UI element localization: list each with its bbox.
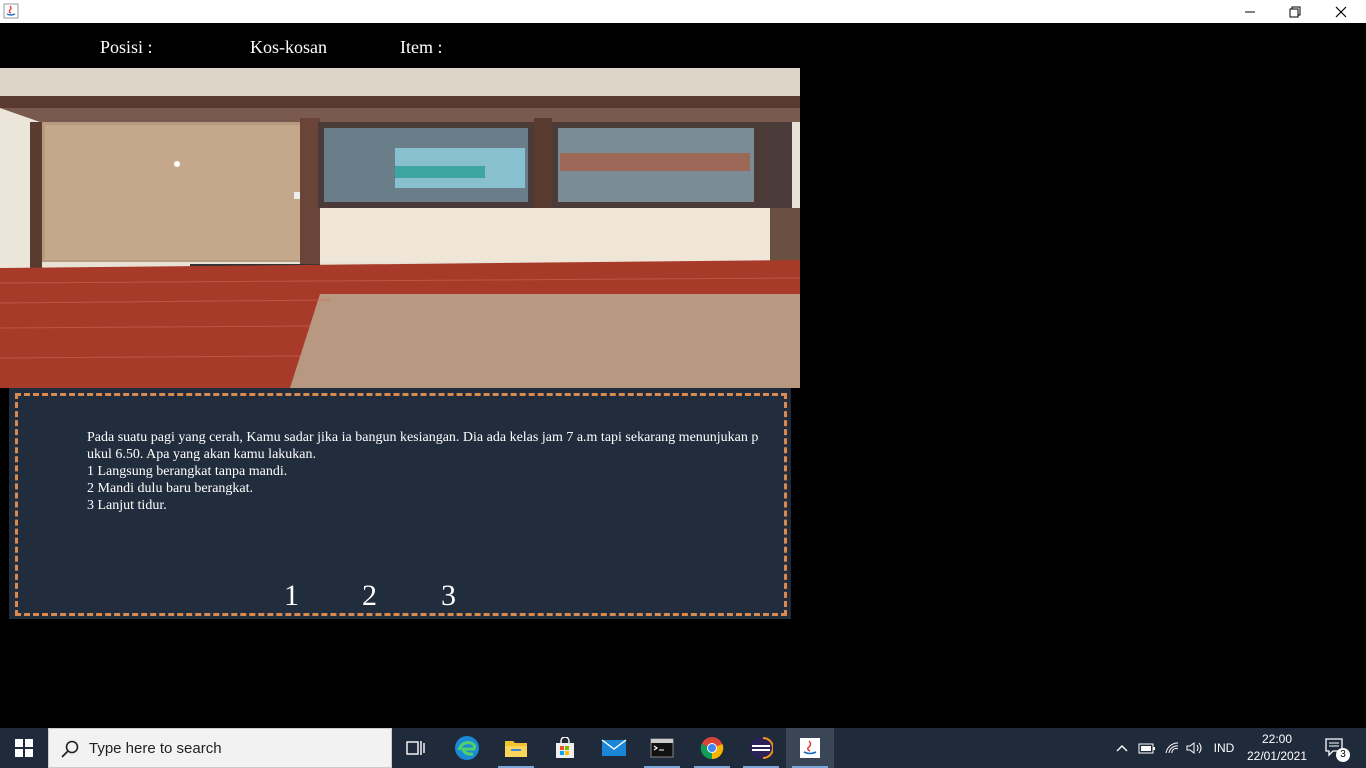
search-icon (61, 740, 79, 758)
file-explorer-icon (505, 741, 527, 757)
position-label: Posisi : (100, 37, 153, 57)
file-explorer-button[interactable] (492, 728, 540, 768)
speaker-icon (1186, 742, 1202, 754)
start-button[interactable] (0, 728, 48, 768)
task-view-icon (406, 741, 425, 755)
mail-button[interactable] (590, 728, 638, 768)
window-titlebar (0, 0, 1366, 23)
language-indicator[interactable]: IND (1208, 728, 1240, 768)
eclipse-button[interactable] (737, 728, 785, 768)
edge-button[interactable] (443, 728, 491, 768)
option-line-2: 2 Mandi dulu baru berangkat. (87, 481, 254, 496)
tray-overflow-button[interactable] (1112, 728, 1132, 768)
notification-center-button[interactable]: 3 (1316, 728, 1356, 768)
java-icon (3, 3, 19, 19)
option-line-3: 3 Lanjut tidur. (87, 498, 167, 513)
option-line-1: 1 Langsung berangkat tanpa mandi. (87, 464, 288, 479)
close-button[interactable] (1318, 0, 1364, 23)
restore-icon (1289, 6, 1301, 17)
battery-icon (1138, 743, 1155, 754)
taskbar-search[interactable]: Type here to search (48, 728, 392, 768)
story-line: Pada suatu pagi yang cerah, Kamu sadar j… (87, 430, 759, 445)
minimize-button[interactable] (1227, 0, 1273, 23)
choice-1-button[interactable]: 1 (284, 579, 299, 613)
chevron-up-icon (1116, 745, 1128, 752)
story-line: ukul 6.50. Apa yang akan kamu lakukan. (87, 447, 317, 462)
volume-button[interactable] (1184, 728, 1206, 768)
network-button[interactable] (1160, 728, 1184, 768)
store-button[interactable] (541, 728, 589, 768)
taskbar: Type here to search IND 22:00 22/01/2021… (0, 728, 1366, 768)
notification-count-badge: 3 (1336, 748, 1350, 762)
windows-icon (15, 739, 33, 757)
java-app-button[interactable] (786, 728, 834, 768)
story-text: Pada suatu pagi yang cerah, Kamu sadar j… (87, 429, 767, 514)
task-view-button[interactable] (392, 728, 440, 768)
chrome-icon (700, 737, 724, 760)
eclipse-icon (750, 737, 773, 759)
chrome-button[interactable] (688, 728, 736, 768)
battery-button[interactable] (1136, 728, 1158, 768)
edge-icon (455, 736, 479, 760)
position-value: Kos-kosan (250, 37, 327, 57)
clock-time: 22:00 (1261, 732, 1293, 746)
mail-icon (601, 739, 627, 756)
terminal-icon (650, 738, 674, 758)
choice-3-button[interactable]: 3 (441, 579, 456, 613)
close-icon (1335, 6, 1347, 17)
choice-2-button[interactable]: 2 (362, 579, 377, 613)
scene-image (0, 68, 800, 388)
minimize-icon (1245, 11, 1255, 12)
clock-date: 22/01/2021 (1246, 749, 1308, 763)
story-dialog: Pada suatu pagi yang cerah, Kamu sadar j… (9, 388, 791, 619)
game-canvas: Posisi : Kos-kosan Item : Pada suatu pag… (0, 23, 1366, 728)
store-icon (556, 737, 574, 758)
search-placeholder: Type here to search (89, 740, 222, 757)
restore-button[interactable] (1272, 0, 1318, 23)
java-icon (800, 738, 820, 758)
item-label: Item : (400, 37, 443, 57)
wifi-icon (1165, 742, 1179, 754)
taskbar-clock[interactable]: 22:00 22/01/2021 (1240, 731, 1314, 765)
terminal-button[interactable] (638, 728, 686, 768)
